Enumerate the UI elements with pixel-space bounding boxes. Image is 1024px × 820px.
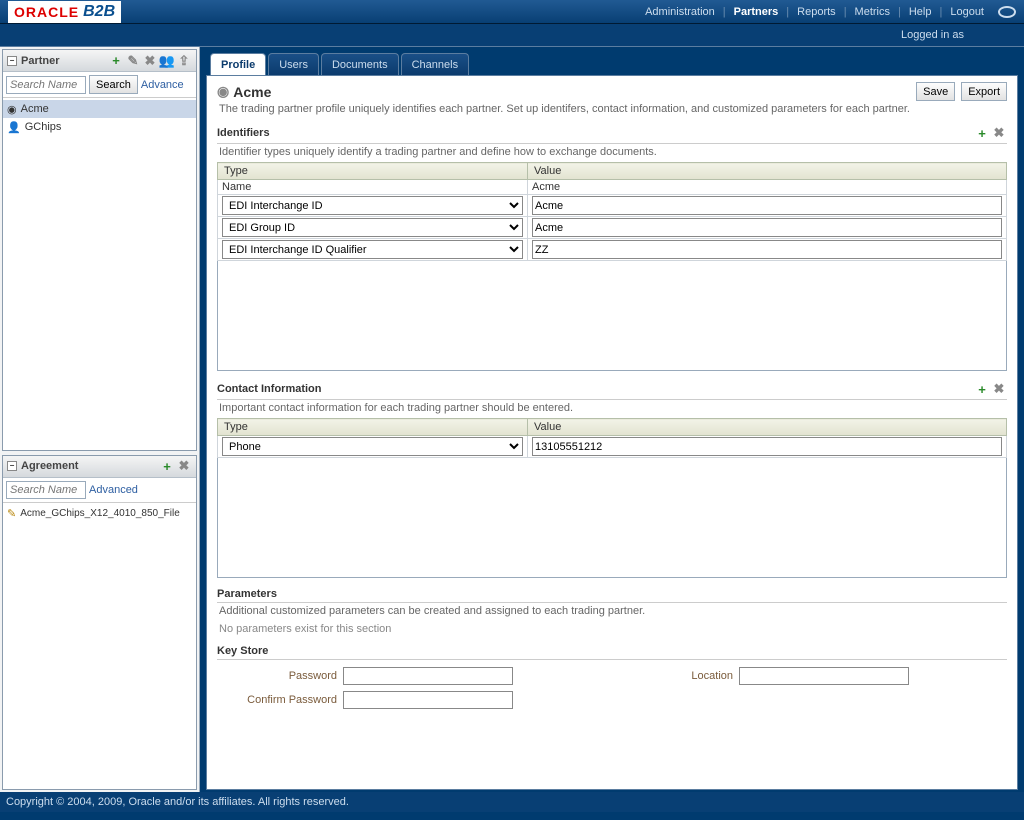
partner-advanced-link[interactable]: Advance xyxy=(141,79,184,91)
parameters-desc: Additional customized parameters can be … xyxy=(219,605,1007,617)
contact-table: Type Value Phone xyxy=(217,418,1007,458)
agreement-panel-title: Agreement xyxy=(21,460,78,472)
delete-agreement-icon[interactable]: ✖ xyxy=(176,458,192,474)
globe-icon: ◉ xyxy=(217,83,229,100)
nav-partners[interactable]: Partners xyxy=(728,6,785,18)
profile-description: The trading partner profile uniquely ide… xyxy=(219,103,1007,115)
collapse-icon[interactable]: − xyxy=(7,56,17,66)
identifier-type-select[interactable]: EDI Group ID xyxy=(222,218,523,237)
collapse-icon[interactable]: − xyxy=(7,461,17,471)
col-type: Type xyxy=(218,163,528,180)
parameters-heading: Parameters xyxy=(217,588,277,600)
keystore-location-input[interactable] xyxy=(739,667,909,685)
partner-panel-header: − Partner + ✎ ✖ 👥 ⇪ xyxy=(3,50,196,72)
identifier-type-select[interactable]: EDI Interchange ID xyxy=(222,196,523,215)
identifier-row: EDI Group ID xyxy=(218,217,1007,239)
agreement-item[interactable]: ✎ Acme_GChips_X12_4010_850_File xyxy=(3,505,196,523)
clone-partner-icon[interactable]: 👥 xyxy=(159,53,175,69)
host-partner-icon: ◉ xyxy=(7,103,17,116)
save-button[interactable]: Save xyxy=(916,82,955,101)
partner-tree: ◉ Acme 👤 GChips xyxy=(3,98,196,450)
keystore-password-label: Password xyxy=(217,670,337,682)
import-partner-icon[interactable]: ⇪ xyxy=(176,53,192,69)
col-value: Value xyxy=(528,163,1007,180)
identifier-value: Acme xyxy=(528,180,1007,195)
logged-in-label: Logged in as xyxy=(0,24,1024,46)
tab-channels[interactable]: Channels xyxy=(401,53,469,75)
partner-item-acme[interactable]: ◉ Acme xyxy=(3,100,196,118)
identifier-value-input[interactable] xyxy=(532,218,1002,237)
contact-heading: Contact Information xyxy=(217,383,322,395)
nav-administration[interactable]: Administration xyxy=(639,6,721,18)
keystore-heading: Key Store xyxy=(217,645,268,657)
identifier-row: EDI Interchange ID Qualifier xyxy=(218,239,1007,261)
keystore-confirm-input[interactable] xyxy=(343,691,513,709)
contact-empty-area xyxy=(217,458,1007,578)
col-type: Type xyxy=(218,419,528,436)
contact-value-input[interactable] xyxy=(532,437,1002,456)
partner-search-input[interactable] xyxy=(6,76,86,94)
identifiers-table: Type Value Name Acme EDI Interchange ID … xyxy=(217,162,1007,261)
contact-desc: Important contact information for each t… xyxy=(219,402,1007,414)
agreement-tree: ✎ Acme_GChips_X12_4010_850_File xyxy=(3,503,196,789)
identifier-type: Name xyxy=(218,180,528,195)
nav-reports[interactable]: Reports xyxy=(791,6,842,18)
keystore-password-input[interactable] xyxy=(343,667,513,685)
status-oval-icon xyxy=(998,6,1016,18)
parameters-empty-msg: No parameters exist for this section xyxy=(219,623,1007,635)
identifier-type-select[interactable]: EDI Interchange ID Qualifier xyxy=(222,240,523,259)
partner-item-gchips[interactable]: 👤 GChips xyxy=(3,118,196,136)
keystore-location-label: Location xyxy=(673,670,733,682)
delete-partner-icon[interactable]: ✖ xyxy=(142,53,158,69)
footer-copyright: Copyright © 2004, 2009, Oracle and/or it… xyxy=(0,792,1024,812)
brand-logo: ORACLE B2B xyxy=(8,1,121,23)
brand-primary: ORACLE xyxy=(14,4,79,20)
identifiers-heading: Identifiers xyxy=(217,127,270,139)
delete-identifier-icon[interactable]: ✖ xyxy=(991,125,1007,141)
identifier-row: Name Acme xyxy=(218,180,1007,195)
tab-profile[interactable]: Profile xyxy=(210,53,266,75)
nav-metrics[interactable]: Metrics xyxy=(849,6,896,18)
partner-item-label: Acme xyxy=(21,103,49,115)
agreement-search-input[interactable] xyxy=(6,481,86,499)
agreement-doc-icon: ✎ xyxy=(7,507,16,520)
brand-product: B2B xyxy=(83,3,115,21)
export-button[interactable]: Export xyxy=(961,82,1007,101)
partner-panel-title: Partner xyxy=(21,55,60,67)
nav-logout[interactable]: Logout xyxy=(944,6,990,18)
add-identifier-icon[interactable]: + xyxy=(974,125,990,141)
col-value: Value xyxy=(528,419,1007,436)
agreement-advanced-link[interactable]: Advanced xyxy=(89,484,138,496)
tab-users[interactable]: Users xyxy=(268,53,319,75)
partner-item-label: GChips xyxy=(25,121,62,133)
add-partner-icon[interactable]: + xyxy=(108,53,124,69)
add-agreement-icon[interactable]: + xyxy=(159,458,175,474)
tab-documents[interactable]: Documents xyxy=(321,53,399,75)
contact-row: Phone xyxy=(218,436,1007,458)
partner-search-button[interactable]: Search xyxy=(89,75,138,94)
page-title: Acme xyxy=(233,84,271,100)
identifier-row: EDI Interchange ID xyxy=(218,195,1007,217)
edit-partner-icon[interactable]: ✎ xyxy=(125,53,141,69)
identifier-value-input[interactable] xyxy=(532,196,1002,215)
nav-help[interactable]: Help xyxy=(903,6,938,18)
identifiers-desc: Identifier types uniquely identify a tra… xyxy=(219,146,1007,158)
top-navigation: Administration| Partners| Reports| Metri… xyxy=(639,6,1016,18)
identifier-value-input[interactable] xyxy=(532,240,1002,259)
identifiers-empty-area xyxy=(217,261,1007,371)
keystore-confirm-label: Confirm Password xyxy=(217,694,337,706)
agreement-item-label: Acme_GChips_X12_4010_850_File xyxy=(20,508,180,519)
contact-type-select[interactable]: Phone xyxy=(222,437,523,456)
agreement-panel-header: − Agreement + ✖ xyxy=(3,456,196,478)
delete-contact-icon[interactable]: ✖ xyxy=(991,381,1007,397)
remote-partner-icon: 👤 xyxy=(7,121,21,134)
add-contact-icon[interactable]: + xyxy=(974,381,990,397)
